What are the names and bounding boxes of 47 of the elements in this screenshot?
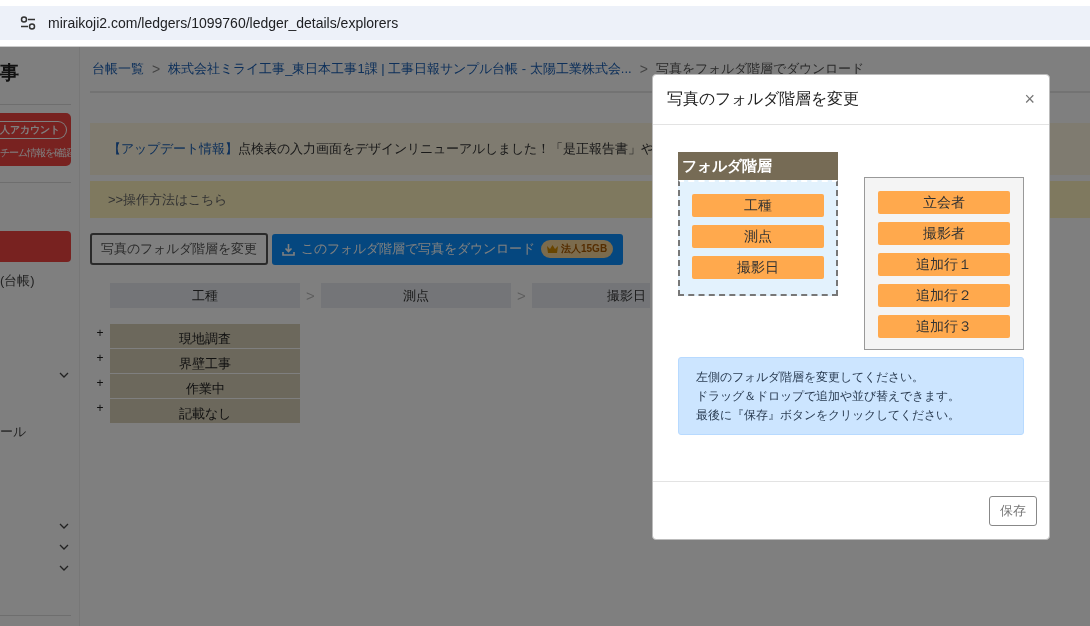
instruction-text: 最後に『保存』ボタンをクリックしてください。 bbox=[696, 407, 961, 423]
field-chip[interactable]: 追加行１ bbox=[878, 253, 1010, 276]
field-chip[interactable]: 追加行３ bbox=[878, 315, 1010, 338]
expand-toggle[interactable]: + bbox=[90, 349, 110, 365]
instruction-text: ドラッグ＆ドロップで追加や並び替えできます。 bbox=[696, 388, 961, 404]
folder-row[interactable]: 界壁工事 bbox=[110, 349, 300, 373]
column-separator: > bbox=[516, 287, 527, 304]
close-button[interactable]: × bbox=[1024, 89, 1035, 110]
field-chip[interactable]: 追加行２ bbox=[878, 284, 1010, 307]
save-button[interactable]: 保存 bbox=[989, 495, 1037, 526]
column-header: 測点 bbox=[321, 283, 511, 308]
instruction-text: 左側のフォルダ階層を変更してください。 bbox=[696, 369, 925, 385]
chevron-down-icon[interactable] bbox=[59, 372, 69, 378]
menu-item[interactable]: (台帳) bbox=[0, 272, 71, 292]
chevron-down-icon[interactable] bbox=[59, 523, 69, 529]
menu-item[interactable]: ール bbox=[0, 423, 71, 443]
breadcrumb-separator: > bbox=[152, 61, 161, 77]
url-field[interactable]: miraikoji2.com/ledgers/1099760/ledger_details/explorers bbox=[48, 15, 399, 31]
field-chip[interactable]: 測点 bbox=[692, 225, 824, 248]
column-header: 撮影日 bbox=[532, 283, 650, 308]
field-chip[interactable]: 撮影者 bbox=[878, 222, 1010, 245]
field-chip[interactable]: 立会者 bbox=[878, 191, 1010, 214]
breadcrumb-link[interactable]: 台帳一覧 bbox=[92, 60, 144, 78]
folder-row[interactable]: 作業中 bbox=[110, 374, 300, 398]
download-button[interactable]: このフォルダ階層で写真をダウンロード 法人15GB bbox=[272, 233, 624, 265]
expand-toggle[interactable]: + bbox=[90, 399, 110, 415]
column-header: 工種 bbox=[110, 283, 300, 308]
sliders-icon[interactable] bbox=[20, 16, 36, 30]
field-chip[interactable]: 工種 bbox=[692, 194, 824, 217]
change-hierarchy-button[interactable]: 写真のフォルダ階層を変更 bbox=[90, 233, 268, 265]
hierarchy-header: フォルダ階層 bbox=[678, 152, 838, 180]
folder-row[interactable]: 記載なし bbox=[110, 399, 300, 423]
breadcrumb-link[interactable]: 株式会社ミライ工事_東日本工事1課 | 工事日報サンプル台帳 - 太陽工業株式会... bbox=[168, 60, 632, 78]
app-title: 事 bbox=[0, 61, 20, 85]
chevron-down-icon[interactable] bbox=[59, 565, 69, 571]
expand-toggle[interactable]: + bbox=[90, 374, 110, 390]
chevron-down-icon[interactable] bbox=[59, 544, 69, 550]
column-separator: > bbox=[305, 287, 316, 304]
expand-toggle[interactable]: + bbox=[90, 324, 110, 340]
download-icon bbox=[282, 242, 295, 256]
folder-row[interactable]: 現地調査 bbox=[110, 324, 300, 348]
plan-badge: 法人15GB bbox=[541, 240, 614, 258]
drop-zone[interactable]: 工種 測点 撮影日 bbox=[678, 180, 838, 296]
breadcrumb-separator: > bbox=[639, 61, 648, 77]
field-chip[interactable]: 撮影日 bbox=[692, 256, 824, 279]
crown-icon bbox=[547, 245, 558, 253]
dialog-title: 写真のフォルダ階層を変更 bbox=[667, 89, 859, 109]
